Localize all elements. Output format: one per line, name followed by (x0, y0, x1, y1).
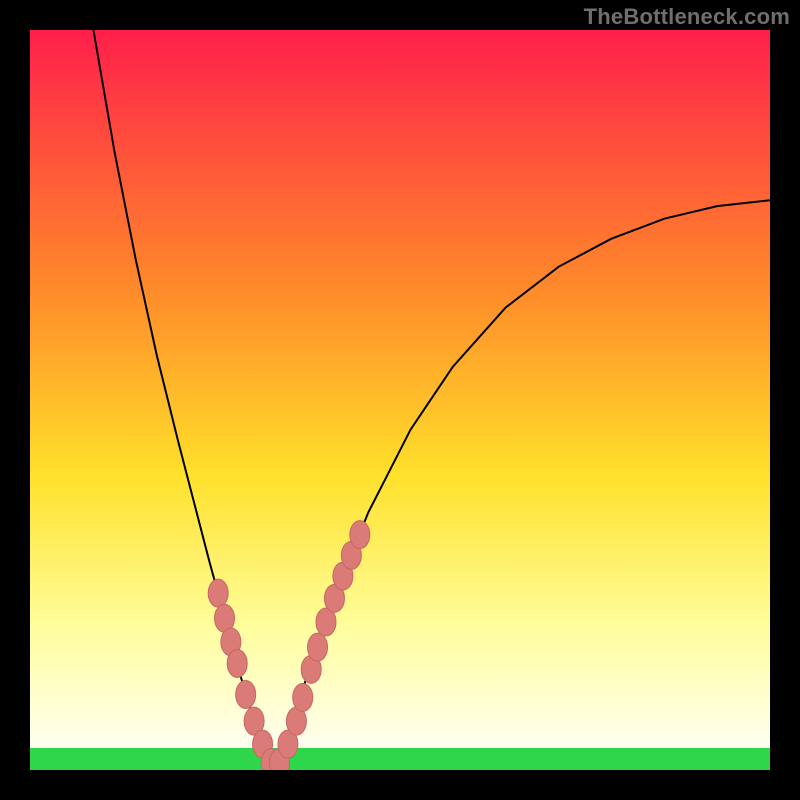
watermark-text: TheBottleneck.com (584, 4, 790, 30)
highlight-marker (208, 579, 228, 607)
highlight-marker (236, 681, 256, 709)
gradient-background (30, 30, 770, 770)
highlight-marker (227, 649, 247, 677)
highlight-marker (350, 521, 370, 549)
highlight-marker (308, 633, 328, 661)
highlight-marker (293, 683, 313, 711)
chart-frame: { "watermark": "TheBottleneck.com", "col… (0, 0, 800, 800)
green-band (30, 748, 770, 770)
bottleneck-chart (0, 0, 800, 800)
